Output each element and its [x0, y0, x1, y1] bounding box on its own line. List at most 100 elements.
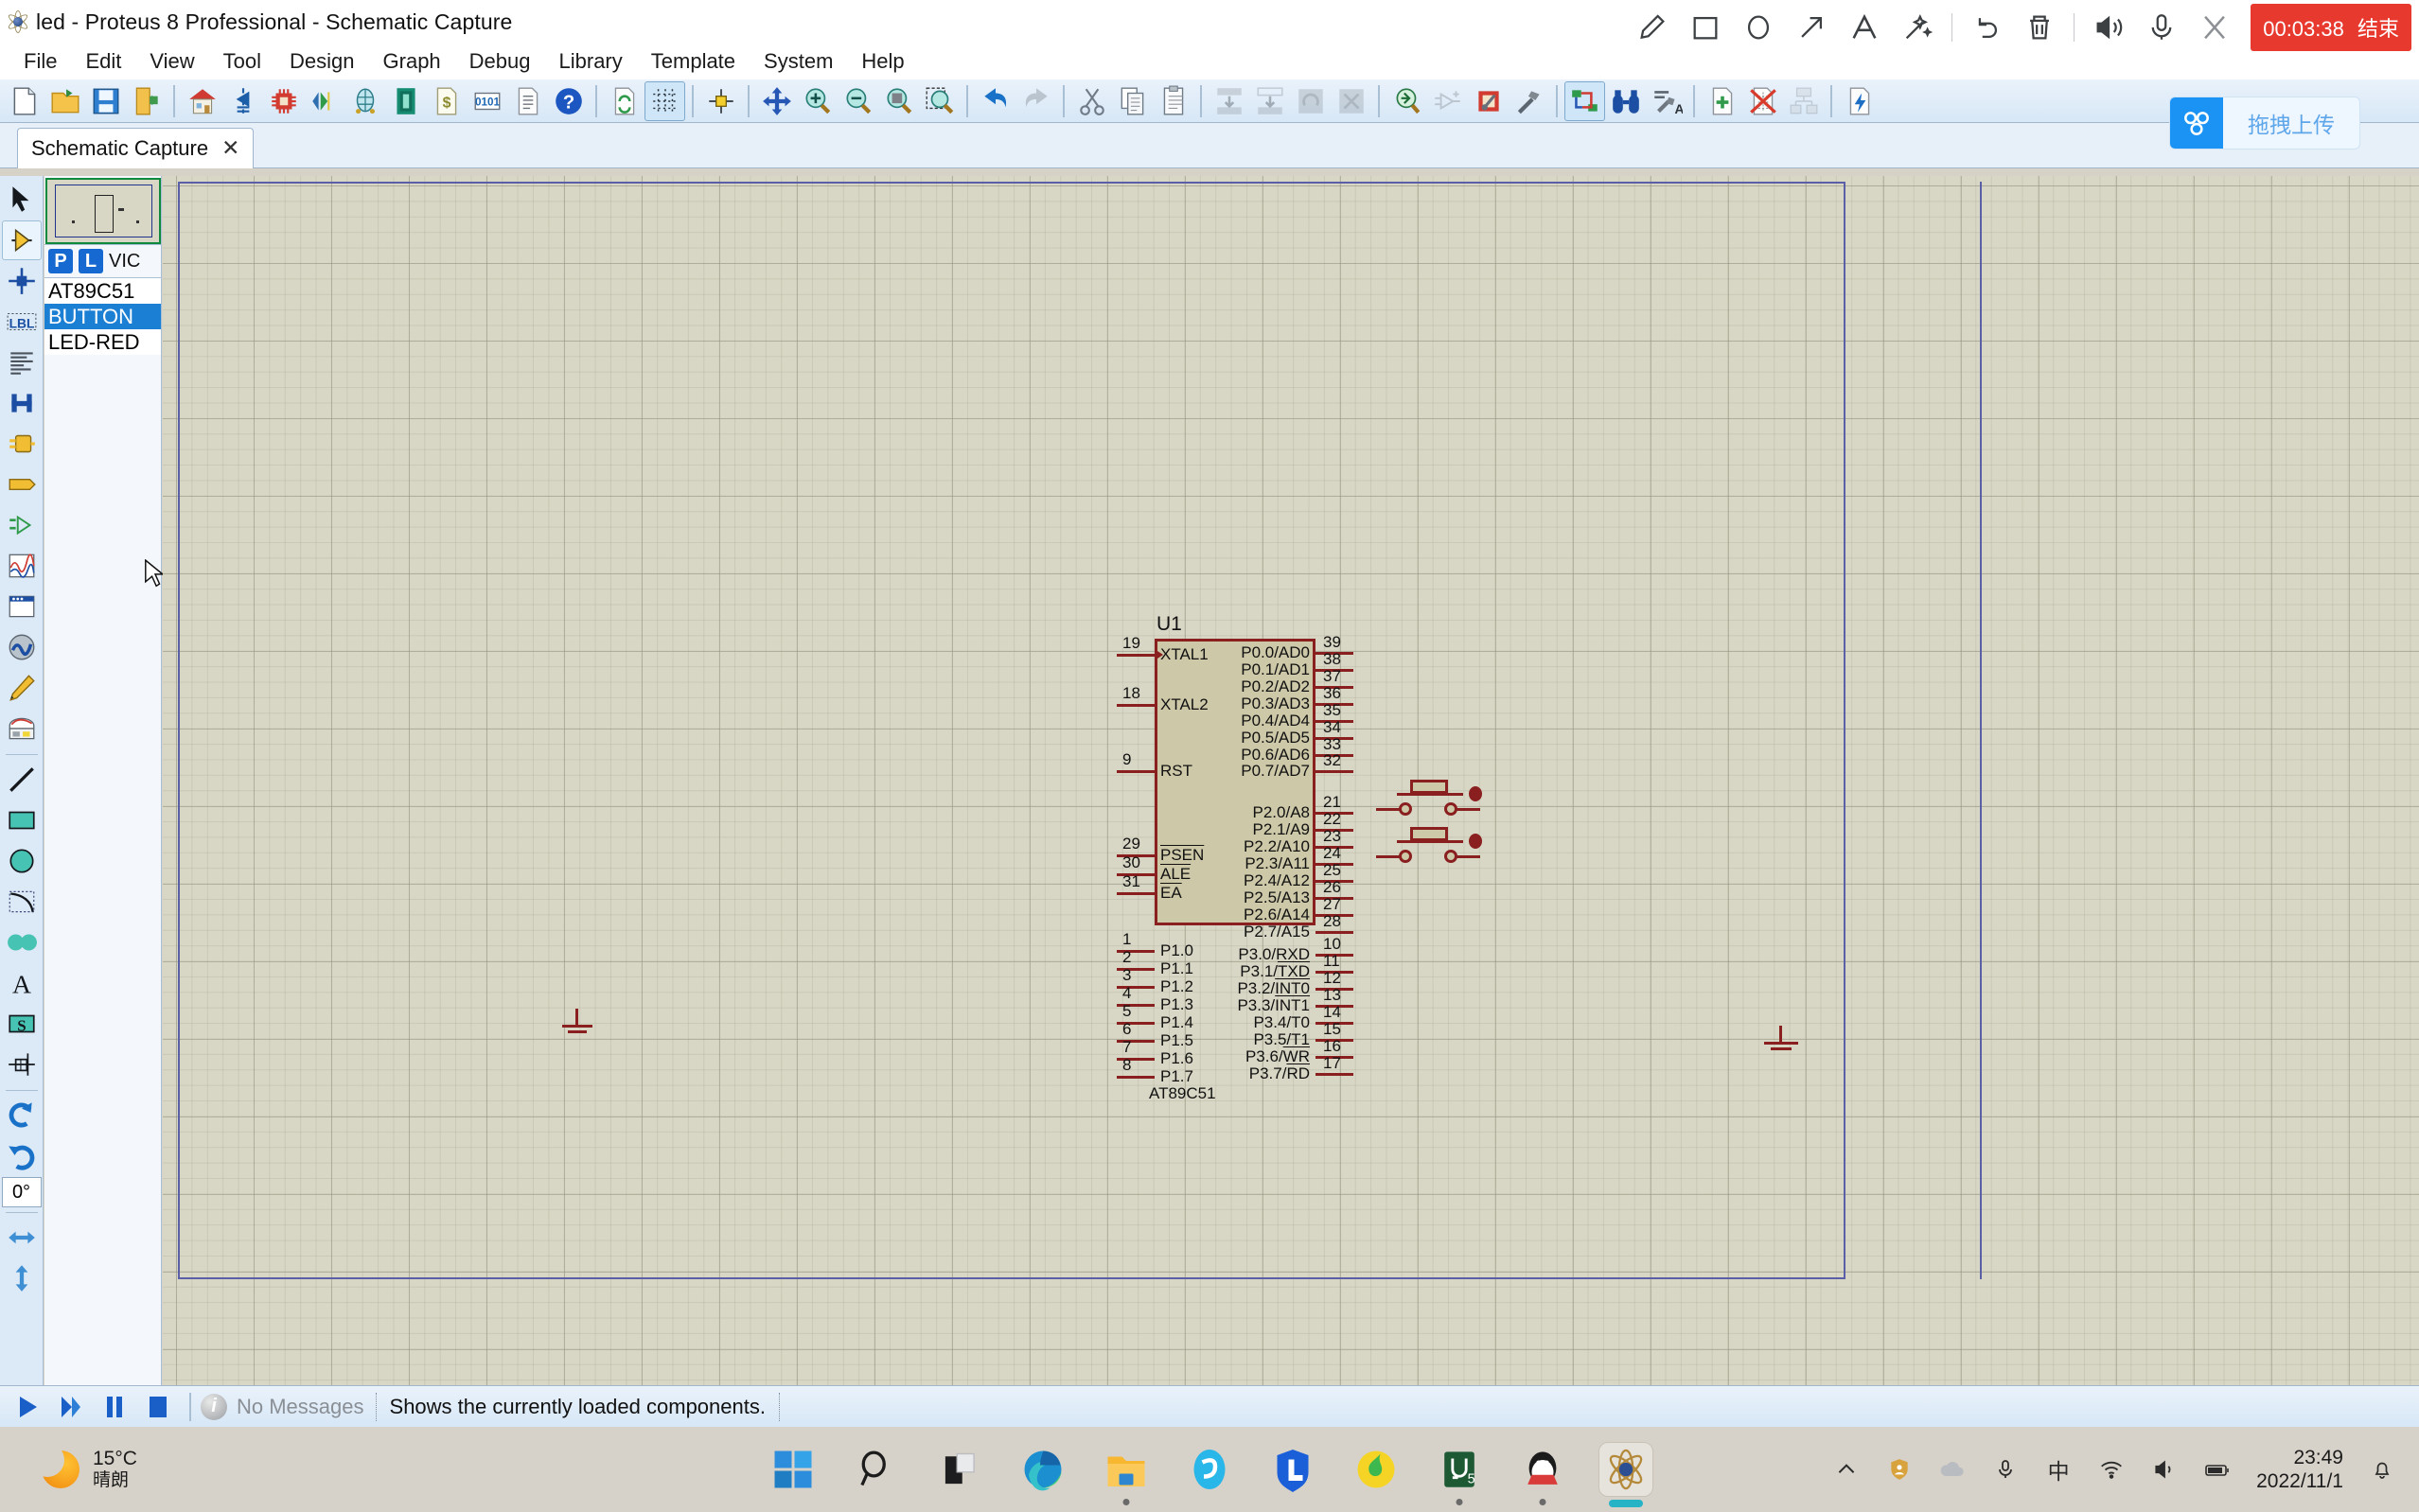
undo-button[interactable] — [975, 81, 1015, 121]
property-assignment-button[interactable]: A — [1646, 81, 1686, 121]
wifi-icon[interactable] — [2097, 1455, 2126, 1484]
menu-template[interactable]: Template — [637, 47, 750, 76]
zoom-in-button[interactable] — [797, 81, 838, 121]
mirror-horizontal-button[interactable] — [2, 1218, 42, 1257]
remove-sheet-button[interactable] — [1742, 81, 1783, 121]
decompose-button[interactable] — [1509, 81, 1549, 121]
qq-messenger-button[interactable] — [1516, 1443, 1569, 1496]
paste-button[interactable] — [1153, 81, 1193, 121]
library-manager-button[interactable]: L — [79, 249, 103, 273]
text-icon[interactable] — [1838, 1, 1891, 54]
menu-library[interactable]: Library — [545, 47, 637, 76]
pick-from-library-button[interactable] — [1386, 81, 1427, 121]
2d-circle-tool[interactable] — [2, 841, 42, 881]
rectangle-icon[interactable] — [1679, 1, 1732, 54]
menu-help[interactable]: Help — [847, 47, 918, 76]
3d-visualizer-button[interactable] — [304, 81, 344, 121]
button-symbol-preview-2[interactable] — [1376, 819, 1482, 863]
list-item-button[interactable]: BUTTON — [44, 304, 161, 329]
magic-wand-icon[interactable] — [1891, 1, 1944, 54]
voltage-probe-tool[interactable] — [2, 668, 42, 708]
cut-button[interactable] — [1071, 81, 1112, 121]
bom-report-button[interactable]: $ — [426, 81, 467, 121]
speaker-icon[interactable] — [2150, 1455, 2179, 1484]
task-view-button[interactable] — [933, 1443, 986, 1496]
search-button[interactable] — [850, 1443, 903, 1496]
2d-box-tool[interactable] — [2, 800, 42, 840]
text-script-tool[interactable] — [2, 343, 42, 382]
menu-file[interactable]: File — [9, 47, 71, 76]
rotate-clockwise-button[interactable] — [2, 1096, 42, 1135]
cloud-icon[interactable] — [1938, 1455, 1967, 1484]
pin-wire[interactable] — [1315, 931, 1353, 934]
pcb-layout-button[interactable] — [263, 81, 304, 121]
proteus-button[interactable] — [1599, 1443, 1652, 1496]
2d-symbol-tool[interactable]: S — [2, 1004, 42, 1044]
mirror-vertical-button[interactable] — [2, 1258, 42, 1298]
ellipse-icon[interactable] — [1732, 1, 1785, 54]
bill-of-materials-button[interactable] — [385, 81, 426, 121]
toggle-grid-button[interactable] — [644, 80, 685, 121]
shield-person-icon[interactable] — [1885, 1455, 1914, 1484]
weather-widget[interactable]: 15°C 晴朗 — [30, 1442, 137, 1491]
import-export-button[interactable] — [126, 81, 167, 121]
generator-tool[interactable] — [2, 627, 42, 667]
battery-icon[interactable] — [2203, 1455, 2232, 1484]
2d-arc-tool[interactable] — [2, 882, 42, 922]
binary-view-button[interactable]: 0101 — [467, 81, 507, 121]
tape-recorder-tool[interactable] — [2, 587, 42, 626]
pin-wire[interactable] — [1117, 770, 1155, 773]
schematic-canvas[interactable]: U1 AT89C51 19 XTAL1 18 XTAL2 9 RST 29 PSEN 30 ALE… — [163, 176, 2419, 1385]
set-origin-button[interactable] — [700, 81, 741, 121]
keil-uvision-button[interactable]: 5 — [1433, 1443, 1486, 1496]
component-mode-tool[interactable] — [1, 220, 42, 260]
graph-tool[interactable] — [2, 546, 42, 586]
new-project-button[interactable] — [4, 81, 44, 121]
speaker-icon[interactable] — [2082, 1, 2135, 54]
taskbar-clock[interactable]: 23:49 2022/11/1 — [2256, 1446, 2343, 1493]
menu-graph[interactable]: Graph — [369, 47, 455, 76]
menu-edit[interactable]: Edit — [71, 47, 135, 76]
energy-analysis-button[interactable] — [1839, 81, 1880, 121]
pin-wire[interactable] — [1117, 1076, 1155, 1079]
rotate-counterclockwise-button[interactable] — [2, 1136, 42, 1176]
ground-symbol-right[interactable] — [1762, 1026, 1800, 1058]
2d-path-tool[interactable] — [2, 923, 42, 962]
rotation-angle-field[interactable]: 0° — [1, 1177, 42, 1207]
copy-button[interactable] — [1112, 81, 1153, 121]
list-item-led-red[interactable]: LED-RED — [44, 329, 161, 355]
notification-bell-icon[interactable] — [2368, 1455, 2396, 1484]
2d-text-tool[interactable]: A — [2, 963, 42, 1003]
component-device-label[interactable]: AT89C51 — [1149, 1084, 1216, 1103]
list-item-at89c51[interactable]: AT89C51 — [44, 278, 161, 304]
refresh-button[interactable] — [604, 81, 644, 121]
device-pins-tool[interactable] — [2, 505, 42, 545]
menu-system[interactable]: System — [750, 47, 847, 76]
menu-design[interactable]: Design — [275, 47, 368, 76]
close-icon[interactable] — [2188, 1, 2241, 54]
packaging-tool-button[interactable] — [1468, 81, 1509, 121]
close-icon[interactable]: ✕ — [221, 135, 239, 161]
selection-mode-tool[interactable] — [2, 180, 42, 220]
wire-autorouter-button[interactable] — [1564, 80, 1605, 121]
menu-tool[interactable]: Tool — [209, 47, 275, 76]
pin-wire[interactable] — [1117, 704, 1155, 707]
zoom-out-button[interactable] — [838, 81, 878, 121]
new-sheet-button[interactable] — [1702, 81, 1742, 121]
button-symbol-preview[interactable] — [1376, 772, 1482, 816]
pin-wire[interactable] — [1315, 770, 1353, 773]
baidu-netdisk-upload-widget[interactable]: 拖拽上传 — [2169, 97, 2360, 149]
home-page-button[interactable] — [182, 81, 222, 121]
pin-wire[interactable] — [1117, 892, 1155, 895]
buses-tool[interactable] — [2, 383, 42, 423]
schematic-capture-button[interactable] — [222, 81, 263, 121]
source-code-button[interactable] — [344, 81, 385, 121]
menu-view[interactable]: View — [135, 47, 208, 76]
microsoft-edge-button[interactable] — [1016, 1443, 1069, 1496]
zoom-to-area-button[interactable] — [919, 81, 960, 121]
pause-simulation-button[interactable] — [93, 1388, 136, 1426]
zoom-to-fit-button[interactable] — [878, 81, 919, 121]
microphone-icon[interactable] — [2135, 1, 2188, 54]
pin-wire[interactable] — [1117, 654, 1155, 657]
tab-schematic-capture[interactable]: Schematic Capture ✕ — [17, 128, 255, 168]
